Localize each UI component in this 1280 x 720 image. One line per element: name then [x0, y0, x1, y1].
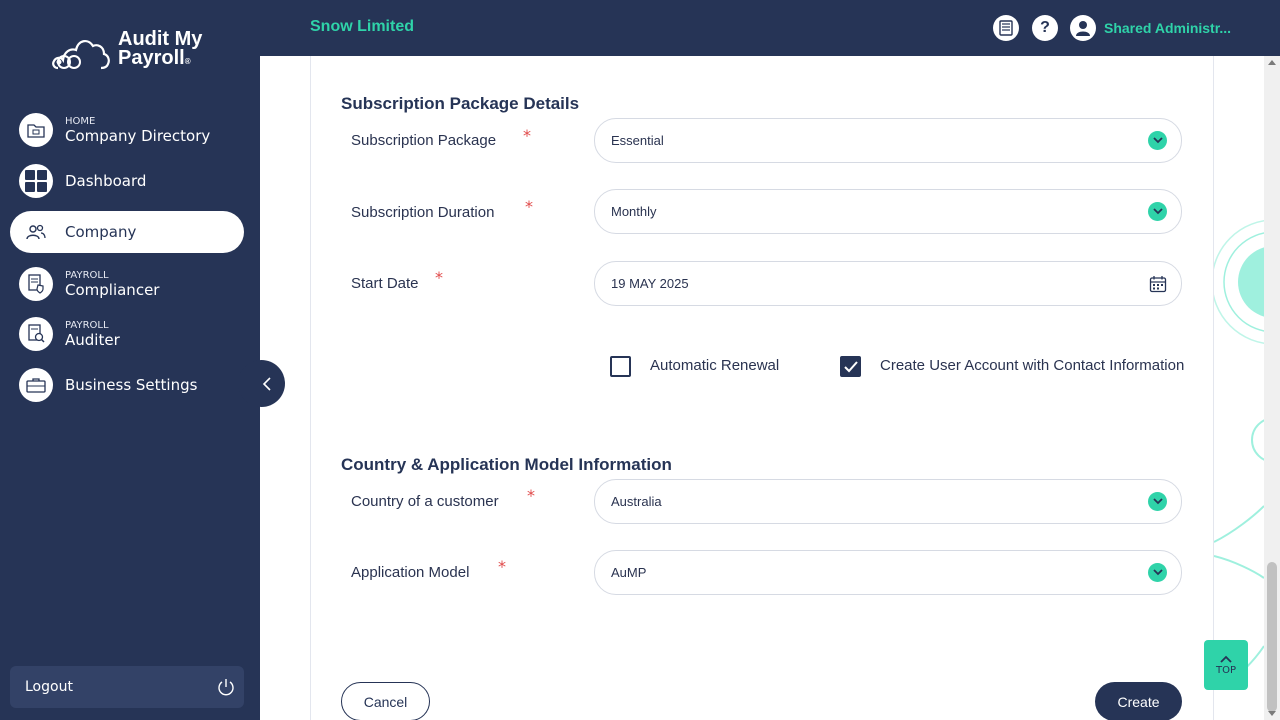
sidebar-item-company[interactable]: Company — [10, 211, 244, 253]
sidebar-item-label: Business Settings — [65, 376, 198, 394]
application-model-select[interactable]: AuMP — [594, 550, 1182, 595]
required-marker: * — [435, 268, 443, 287]
country-select[interactable]: Australia — [594, 479, 1182, 524]
country-value: Australia — [611, 494, 662, 509]
required-marker: * — [523, 126, 531, 145]
sidebar-item-company-directory[interactable]: HOME Company Directory — [10, 109, 244, 151]
company-title: Snow Limited — [310, 18, 414, 35]
start-date-value: 19 MAY 2025 — [611, 276, 689, 291]
scroll-down-arrow-icon[interactable] — [1268, 711, 1276, 716]
collapse-sidebar-button[interactable] — [238, 360, 285, 407]
sidebar-item-label: Company Directory — [65, 126, 211, 145]
start-date-input[interactable]: 19 MAY 2025 — [594, 261, 1182, 306]
sidebar-item-business-settings[interactable]: Business Settings — [10, 364, 244, 406]
briefcase-icon — [19, 368, 53, 402]
chevron-down-icon — [1148, 202, 1167, 221]
brand-line-2: Payroll — [118, 47, 185, 69]
chevron-down-icon — [1148, 563, 1167, 582]
sidebar-item-label: Company — [65, 223, 137, 241]
subscription-duration-label: Subscription Duration — [351, 204, 495, 221]
sidebar-item-sublabel: PAYROLL — [65, 269, 109, 281]
automatic-renewal-label: Automatic Renewal — [650, 357, 780, 374]
application-model-value: AuMP — [611, 565, 647, 580]
sidebar-item-label: Compliancer — [65, 280, 160, 299]
scroll-to-top-button[interactable]: TOP — [1204, 640, 1248, 690]
main-content: Subscription Package Details Subscriptio… — [260, 56, 1264, 720]
cancel-button[interactable]: Cancel — [341, 682, 430, 720]
grid-icon — [19, 164, 53, 198]
brand-logo[interactable]: Audit My Payroll® — [52, 29, 222, 74]
automatic-renewal-checkbox[interactable] — [610, 356, 631, 377]
application-model-label: Application Model — [351, 564, 470, 581]
sidebar: Audit My Payroll® HOME Company Directory… — [0, 0, 260, 720]
required-marker: * — [498, 557, 506, 576]
help-icon[interactable]: ? — [1032, 15, 1058, 41]
notes-icon[interactable] — [993, 15, 1019, 41]
logout-label: Logout — [25, 679, 73, 695]
document-search-icon — [19, 317, 53, 351]
create-user-account-checkbox[interactable] — [840, 356, 861, 377]
create-user-account-label: Create User Account with Contact Informa… — [880, 357, 1185, 374]
scroll-to-top-label: TOP — [1215, 664, 1236, 676]
user-name[interactable]: Shared Administr... — [1104, 20, 1231, 36]
required-marker: * — [527, 486, 535, 505]
user-avatar-icon[interactable] — [1070, 15, 1096, 41]
create-button[interactable]: Create — [1095, 682, 1182, 720]
brand-name: Audit My Payroll® — [118, 29, 202, 71]
chevron-down-icon — [1148, 131, 1167, 150]
country-section-title: Country & Application Model Information — [341, 455, 672, 474]
cloud-logo-icon — [52, 40, 110, 70]
country-label: Country of a customer — [351, 493, 499, 510]
chevron-left-icon — [262, 376, 271, 391]
subscription-section-title: Subscription Package Details — [341, 94, 580, 113]
sidebar-item-sublabel: PAYROLL — [65, 319, 109, 331]
chevron-up-icon — [1220, 655, 1232, 663]
subscription-package-label: Subscription Package — [351, 132, 497, 149]
brand-registered-mark: ® — [184, 57, 191, 66]
logout-button[interactable]: Logout — [10, 666, 244, 708]
required-marker: * — [525, 197, 533, 216]
sidebar-item-compliancer[interactable]: PAYROLL Compliancer — [10, 263, 244, 305]
top-header: Snow Limited ? Shared Administr... — [260, 0, 1280, 56]
subscription-package-select[interactable]: Essential — [594, 118, 1182, 163]
calendar-icon[interactable] — [1149, 275, 1167, 293]
power-icon — [218, 679, 234, 696]
checkmark-icon — [843, 360, 858, 372]
users-icon — [19, 215, 53, 249]
document-shield-icon — [19, 267, 53, 301]
sidebar-item-sublabel: HOME — [65, 115, 96, 127]
sidebar-item-label: Auditer — [65, 330, 120, 349]
scrollbar-thumb[interactable] — [1267, 562, 1277, 712]
start-date-label: Start Date — [351, 275, 419, 292]
subscription-duration-value: Monthly — [611, 204, 657, 219]
subscription-package-value: Essential — [611, 133, 664, 148]
subscription-duration-select[interactable]: Monthly — [594, 189, 1182, 234]
vertical-scrollbar[interactable] — [1264, 56, 1280, 720]
scroll-up-arrow-icon[interactable] — [1268, 60, 1276, 65]
chevron-down-icon — [1148, 492, 1167, 511]
sidebar-item-auditer[interactable]: PAYROLL Auditer — [10, 313, 244, 355]
sidebar-item-label: Dashboard — [65, 172, 147, 190]
sidebar-item-dashboard[interactable]: Dashboard — [10, 160, 244, 202]
folder-icon — [19, 113, 53, 147]
